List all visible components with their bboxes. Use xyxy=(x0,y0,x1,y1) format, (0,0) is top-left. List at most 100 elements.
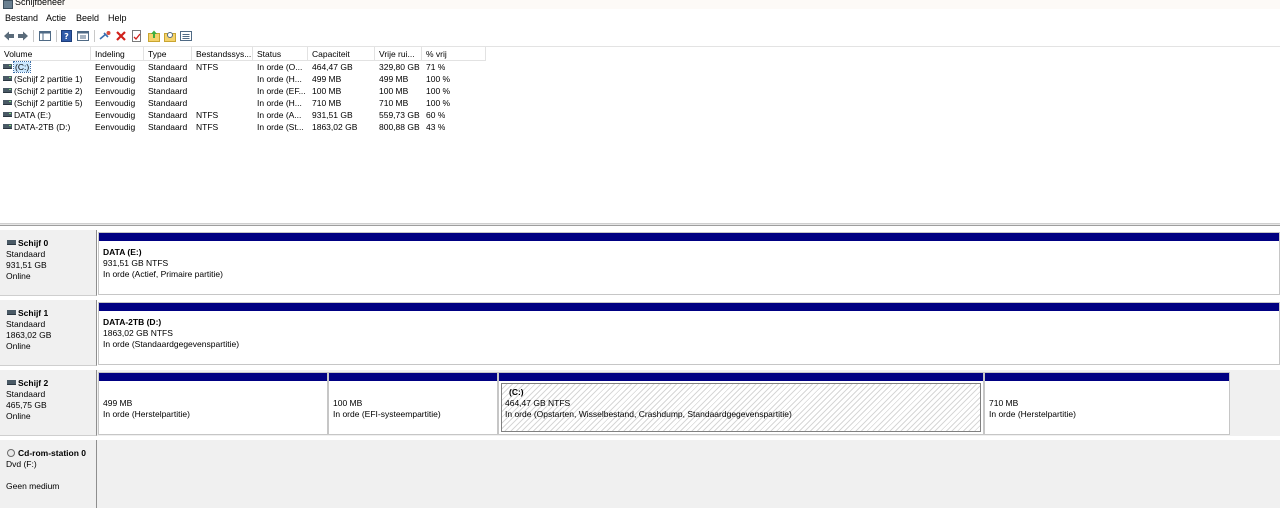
partition-data-2tb-d[interactable]: DATA-2TB (D:) 1863,02 GB NTFS In orde (S… xyxy=(98,302,1280,365)
column-header-vrije-ruimte[interactable]: Vrije rui... xyxy=(375,47,422,61)
partition-c-selected[interactable]: (C:) 464,47 GB NTFS In orde (Opstarten, … xyxy=(498,372,984,435)
console-tree-icon[interactable] xyxy=(39,30,51,42)
table-row[interactable]: (Schijf 2 partitie 5) Eenvoudig Standaar… xyxy=(0,97,480,109)
column-header-bestandssysteem[interactable]: Bestandssys... xyxy=(192,47,253,61)
volume-name: (Schijf 2 partitie 5) xyxy=(14,98,83,108)
toolbar-separator xyxy=(33,30,34,42)
volume-status: In orde (O... xyxy=(257,62,303,72)
partition-status: In orde (Opstarten, Wisselbestand, Crash… xyxy=(505,409,792,419)
table-row[interactable]: (Schijf 2 partitie 1) Eenvoudig Standaar… xyxy=(0,73,480,85)
checklist-icon[interactable] xyxy=(131,30,143,42)
volume-capacity: 100 MB xyxy=(312,86,342,96)
disk-size: 1863,02 GB xyxy=(6,330,52,340)
partition-status: In orde (Herstelpartitie) xyxy=(989,409,1076,419)
partition-bar xyxy=(985,373,1229,381)
partition-recovery-5[interactable]: 710 MB In orde (Herstelpartitie) xyxy=(984,372,1230,435)
selection-hatch xyxy=(501,383,981,432)
volume-icon xyxy=(3,64,12,69)
column-header-pct-vrij[interactable]: % vrij xyxy=(422,47,486,61)
column-header-volume[interactable]: Volume xyxy=(0,47,91,61)
volume-status: In orde (H... xyxy=(257,74,302,84)
table-row[interactable]: (C:) Eenvoudig Standaard NTFS In orde (O… xyxy=(0,61,480,73)
volume-type: Standaard xyxy=(148,98,188,108)
disk-size: 931,51 GB xyxy=(6,260,47,270)
search-folder-icon[interactable] xyxy=(164,30,176,42)
volume-name: (Schijf 2 partitie 2) xyxy=(14,86,83,96)
volume-filesystem: NTFS xyxy=(196,110,219,120)
partition-bar xyxy=(499,373,983,381)
partition-status: In orde (Standaardgegevenspartitie) xyxy=(103,339,240,349)
disk-icon xyxy=(7,310,16,315)
column-header-indeling[interactable]: Indeling xyxy=(91,47,144,61)
column-header-status[interactable]: Status xyxy=(253,47,308,61)
connect-icon[interactable] xyxy=(99,30,111,42)
volume-icon xyxy=(3,100,12,105)
volume-list: Volume Indeling Type Bestandssys... Stat… xyxy=(0,47,1280,223)
volume-pct-free: 100 % xyxy=(426,74,451,84)
title-bar: Schijfbeheer xyxy=(0,0,1280,9)
cdrom-label[interactable]: Cd-rom-station 0 Dvd (F:) Geen medium xyxy=(0,440,97,508)
volume-type: Standaard xyxy=(148,122,188,132)
partition-title: DATA-2TB (D:) xyxy=(103,317,162,327)
table-row[interactable]: (Schijf 2 partitie 2) Eenvoudig Standaar… xyxy=(0,85,480,97)
back-arrow-icon[interactable] xyxy=(3,30,15,42)
volume-pct-free: 100 % xyxy=(426,86,451,96)
volume-name: DATA (E:) xyxy=(14,110,51,120)
toolbar-separator xyxy=(94,30,95,42)
menu-beeld[interactable]: Beeld xyxy=(76,13,99,23)
volume-name: (C:) xyxy=(12,61,32,73)
volume-icon xyxy=(3,76,12,81)
disk-0-label[interactable]: Schijf 0 Standaard 931,51 GB Online xyxy=(0,230,97,296)
disk-management-icon xyxy=(3,0,13,9)
toolbar: ? xyxy=(0,26,1280,47)
volume-type: Standaard xyxy=(148,74,188,84)
volume-icon xyxy=(3,124,12,129)
partition-data-e[interactable]: DATA (E:) 931,51 GB NTFS In orde (Actief… xyxy=(98,232,1280,295)
volume-pct-free: 43 % xyxy=(426,122,446,132)
disk-graphical-view: Schijf 0 Standaard 931,51 GB Online DATA… xyxy=(0,226,1280,508)
view-icon[interactable] xyxy=(180,30,192,42)
disk-1-label[interactable]: Schijf 1 Standaard 1863,02 GB Online xyxy=(0,300,97,366)
disk-name: Schijf 2 xyxy=(18,378,49,388)
menu-bestand[interactable]: Bestand xyxy=(5,13,38,23)
table-row[interactable]: DATA (E:) Eenvoudig Standaard NTFS In or… xyxy=(0,109,480,121)
disk-kind: Standaard xyxy=(6,319,46,329)
partition-title: (C:) xyxy=(509,387,524,397)
volume-name: (Schijf 2 partitie 1) xyxy=(14,74,83,84)
volume-capacity: 1863,02 GB xyxy=(312,122,358,132)
toolbar-separator xyxy=(56,30,57,42)
folder-up-icon[interactable] xyxy=(148,30,160,42)
disk-icon xyxy=(7,240,16,245)
partition-status: In orde (EFI-systeempartitie) xyxy=(333,409,441,419)
volume-layout: Eenvoudig xyxy=(95,98,136,108)
volume-filesystem: NTFS xyxy=(196,122,219,132)
volume-name: DATA-2TB (D:) xyxy=(14,122,71,132)
volume-free-space: 710 MB xyxy=(379,98,409,108)
help-icon[interactable]: ? xyxy=(61,30,73,42)
volume-type: Standaard xyxy=(148,110,188,120)
partition-efi[interactable]: 100 MB In orde (EFI-systeempartitie) xyxy=(328,372,498,435)
properties-icon[interactable] xyxy=(77,30,89,42)
volume-capacity: 931,51 GB xyxy=(312,110,353,120)
volume-layout: Eenvoudig xyxy=(95,122,136,132)
column-header-capaciteit[interactable]: Capaciteit xyxy=(308,47,375,61)
volume-free-space: 100 MB xyxy=(379,86,409,96)
menu-bar: Bestand Actie Beeld Help xyxy=(0,9,1280,27)
delete-icon[interactable] xyxy=(115,30,127,42)
disk-name: Schijf 0 xyxy=(18,238,49,248)
menu-actie[interactable]: Actie xyxy=(46,13,66,23)
volume-status: In orde (EF... xyxy=(257,86,306,96)
volume-capacity: 710 MB xyxy=(312,98,342,108)
volume-type: Standaard xyxy=(148,62,188,72)
menu-help[interactable]: Help xyxy=(108,13,127,23)
table-row[interactable]: DATA-2TB (D:) Eenvoudig Standaard NTFS I… xyxy=(0,121,480,133)
disk-2-label[interactable]: Schijf 2 Standaard 465,75 GB Online xyxy=(0,370,97,436)
column-header-type[interactable]: Type xyxy=(144,47,192,61)
volume-status: In orde (H... xyxy=(257,98,302,108)
window-title: Schijfbeheer xyxy=(15,0,66,7)
cdrom-row-background xyxy=(97,440,1280,508)
forward-arrow-icon[interactable] xyxy=(17,30,29,42)
partition-recovery-1[interactable]: 499 MB In orde (Herstelpartitie) xyxy=(98,372,328,435)
volume-capacity: 464,47 GB xyxy=(312,62,353,72)
volume-layout: Eenvoudig xyxy=(95,62,136,72)
